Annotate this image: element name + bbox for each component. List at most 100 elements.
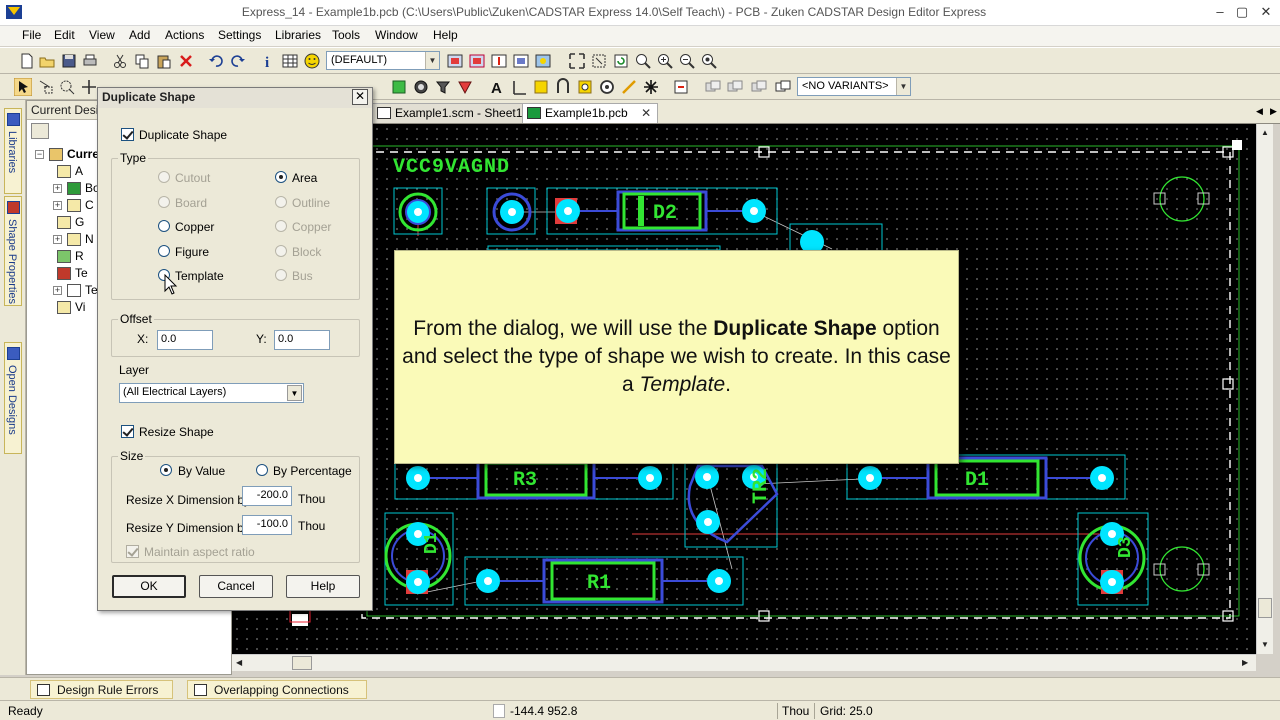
variant-icon-1[interactable]: [704, 78, 722, 96]
add-trace-icon[interactable]: [620, 78, 638, 96]
tab-open-designs[interactable]: Open Designs: [4, 342, 22, 454]
horizontal-scrollbar[interactable]: ◀ ▶: [232, 654, 1256, 671]
layer-icon-1[interactable]: [446, 52, 464, 70]
star-point-icon[interactable]: [642, 78, 660, 96]
outline-handle[interactable]: [1222, 378, 1234, 390]
tab-example1b-pcb[interactable]: Example1b.pcb ✕: [522, 103, 659, 123]
new-file-icon[interactable]: [18, 52, 36, 70]
chevron-down-icon[interactable]: ▼: [896, 78, 910, 95]
add-circle-icon[interactable]: [412, 78, 430, 96]
zoom-area-icon[interactable]: [590, 52, 608, 70]
vertical-scrollbar[interactable]: ▲ ▼: [1256, 124, 1273, 654]
radio-cutout[interactable]: [158, 171, 170, 183]
paste-icon[interactable]: [155, 52, 173, 70]
smiley-icon[interactable]: [303, 52, 321, 70]
component-icon[interactable]: [672, 78, 690, 96]
expand-icon[interactable]: +: [53, 184, 62, 193]
tab-design-rule-errors[interactable]: Design Rule Errors: [30, 680, 173, 699]
refresh-icon[interactable]: [612, 52, 630, 70]
menu-tools[interactable]: Tools: [332, 28, 360, 42]
menu-actions[interactable]: Actions: [165, 28, 204, 42]
menu-help[interactable]: Help: [433, 28, 458, 42]
scroll-left-icon[interactable]: ◀: [236, 658, 242, 667]
expand-icon[interactable]: +: [53, 286, 62, 295]
radio-by-percentage[interactable]: [256, 464, 268, 476]
add-via-icon[interactable]: [598, 78, 616, 96]
menu-add[interactable]: Add: [129, 28, 150, 42]
radio-bus[interactable]: [275, 269, 287, 281]
cut-icon[interactable]: [111, 52, 129, 70]
horizontal-scroll-thumb[interactable]: [292, 656, 312, 670]
menu-edit[interactable]: Edit: [54, 28, 75, 42]
tab-libraries[interactable]: Libraries: [4, 108, 22, 194]
scroll-right-icon[interactable]: ▶: [1242, 658, 1248, 667]
tab-shape-properties[interactable]: Shape Properties: [4, 196, 22, 306]
info-icon[interactable]: i: [259, 52, 277, 71]
select-circle-icon[interactable]: [58, 78, 76, 96]
scroll-down-icon[interactable]: ▼: [1261, 640, 1269, 649]
duplicate-shape-checkbox[interactable]: [121, 128, 134, 141]
radio-outline[interactable]: [275, 196, 287, 208]
radio-by-value[interactable]: [160, 464, 172, 476]
vertical-scroll-thumb[interactable]: [1258, 598, 1272, 618]
chevron-down-icon[interactable]: ▼: [425, 52, 439, 69]
menu-view[interactable]: View: [89, 28, 115, 42]
radio-copper-right[interactable]: [275, 220, 287, 232]
chevron-down-icon[interactable]: ▼: [287, 385, 302, 401]
dialog-close-button[interactable]: ✕: [352, 89, 368, 105]
print-icon[interactable]: [81, 52, 99, 70]
variants-combo[interactable]: <NO VARIANTS> ▼: [797, 77, 911, 96]
redo-icon[interactable]: [229, 52, 247, 70]
add-jumper-icon[interactable]: [554, 78, 572, 96]
delete-icon[interactable]: [177, 52, 195, 70]
save-icon[interactable]: [60, 52, 78, 70]
radio-area[interactable]: [275, 171, 287, 183]
expand-icon[interactable]: +: [53, 235, 62, 244]
add-dimension-icon[interactable]: [510, 78, 528, 96]
layer-icon-5[interactable]: [534, 52, 552, 70]
open-folder-icon[interactable]: [38, 52, 56, 70]
copy-icon[interactable]: [133, 52, 151, 70]
radio-copper[interactable]: [158, 220, 170, 232]
add-shape-icon[interactable]: [434, 78, 452, 96]
menu-file[interactable]: File: [22, 28, 41, 42]
zoom-out-icon[interactable]: [678, 52, 696, 70]
close-tab-icon[interactable]: ✕: [641, 106, 651, 120]
menu-settings[interactable]: Settings: [218, 28, 261, 42]
cancel-button[interactable]: Cancel: [199, 575, 273, 598]
add-pad-icon[interactable]: [576, 78, 594, 96]
layer-icon-3[interactable]: [490, 52, 508, 70]
tree-options-icon[interactable]: [31, 123, 49, 139]
select-arrow-icon[interactable]: [13, 77, 33, 97]
select-lasso-icon[interactable]: [36, 78, 54, 96]
resize-y-input[interactable]: -100.0: [242, 515, 292, 535]
layer-icon-4[interactable]: [512, 52, 530, 70]
expand-icon[interactable]: +: [53, 201, 62, 210]
radio-board[interactable]: [158, 196, 170, 208]
zoom-fit-icon[interactable]: [568, 52, 586, 70]
variant-icon-2[interactable]: [726, 78, 744, 96]
radio-block[interactable]: [275, 245, 287, 257]
layer-combo[interactable]: (DEFAULT) ▼: [326, 51, 440, 70]
table-icon[interactable]: [281, 52, 299, 70]
variant-icon-4[interactable]: [774, 78, 792, 96]
add-rectangle-icon[interactable]: [390, 78, 408, 96]
help-button[interactable]: Help: [286, 575, 360, 598]
tab-scroll-right-icon[interactable]: ▶: [1270, 106, 1277, 117]
layer-icon-2[interactable]: [468, 52, 486, 70]
radio-figure[interactable]: [158, 245, 170, 257]
scroll-up-icon[interactable]: ▲: [1261, 128, 1269, 137]
tab-scroll-left-icon[interactable]: ◀: [1256, 106, 1263, 117]
add-highlight-icon[interactable]: [532, 78, 550, 96]
tab-example1-scm[interactable]: Example1.scm - Sheet1: [372, 103, 530, 123]
tab-overlapping-connections[interactable]: Overlapping Connections: [187, 680, 367, 699]
close-window-button[interactable]: ✕: [1252, 3, 1280, 21]
layer-select[interactable]: (All Electrical Layers) ▼: [119, 383, 304, 403]
ok-button[interactable]: OK: [112, 575, 186, 598]
menu-libraries[interactable]: Libraries: [275, 28, 321, 42]
undo-icon[interactable]: [207, 52, 225, 70]
outline-handle[interactable]: [1222, 146, 1234, 158]
move-icon[interactable]: [80, 78, 98, 96]
add-text-icon[interactable]: A: [488, 78, 506, 97]
offset-y-input[interactable]: 0.0: [274, 330, 330, 350]
